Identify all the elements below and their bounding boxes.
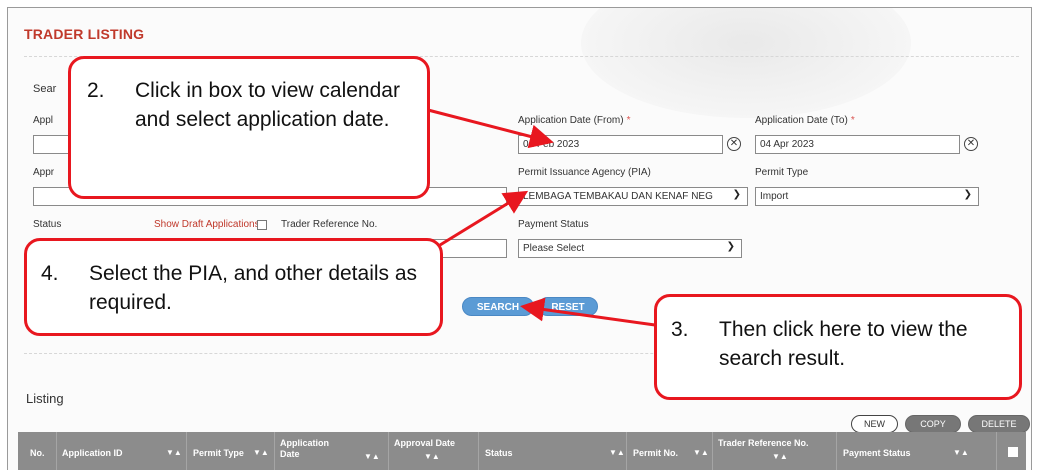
pia-label: Permit Issuance Agency (PIA) xyxy=(518,167,651,178)
listing-table-header: No. Application ID ▼▲ Permit Type ▼▲ Appli… xyxy=(18,432,1026,470)
chevron-down-icon: ❯ xyxy=(732,189,741,200)
checkbox-icon[interactable] xyxy=(257,220,267,230)
copy-button[interactable]: COPY xyxy=(905,415,961,433)
chevron-down-icon: ❯ xyxy=(963,189,972,200)
column-header-approval-date[interactable]: Approval Date ▼▲ xyxy=(394,432,474,470)
reset-button[interactable]: RESET xyxy=(538,297,598,316)
payment-status-label: Payment Status xyxy=(518,219,589,230)
payment-status-select[interactable]: Please Select ❯ xyxy=(518,239,742,258)
new-button[interactable]: NEW xyxy=(851,415,898,433)
column-header-application-date[interactable]: Application Date ▼▲ xyxy=(280,432,390,470)
app-date-to-input[interactable]: 04 Apr 2023 xyxy=(755,135,960,154)
approval-label: Appr xyxy=(33,167,55,178)
application-id-label: Appl xyxy=(33,115,54,126)
column-header-trader-ref-no[interactable]: Trader Reference No. ▼▲ xyxy=(718,432,838,470)
page-title: TRADER LISTING xyxy=(24,26,145,42)
delete-button[interactable]: DELETE xyxy=(968,415,1030,433)
callout-3: 3. Then click here to view the search re… xyxy=(654,294,1022,400)
trader-ref-label: Trader Reference No. xyxy=(281,219,378,230)
search-button[interactable]: SEARCH xyxy=(462,297,534,316)
app-date-from-input[interactable]: 01 Feb 2023 xyxy=(518,135,723,154)
callout-4: 4. Select the PIA, and other details as … xyxy=(24,238,443,336)
app-date-to-label: Application Date (To) * xyxy=(755,115,855,126)
app-date-from-label: Application Date (From) * xyxy=(518,115,631,126)
permit-type-label: Permit Type xyxy=(755,167,809,178)
search-header: Sear xyxy=(33,83,57,95)
select-all-checkbox[interactable] xyxy=(1008,447,1018,457)
listing-title: Listing xyxy=(26,391,64,406)
status-label: Status xyxy=(33,219,62,230)
permit-type-select[interactable]: Import ❯ xyxy=(755,187,979,206)
callout-2: 2. Click in box to view calendar and sel… xyxy=(68,56,430,199)
show-draft-link[interactable]: Show Draft Applications xyxy=(154,219,260,230)
clear-circle-icon[interactable]: ✕ xyxy=(727,137,741,151)
chevron-down-icon: ❯ xyxy=(726,241,735,252)
pia-select[interactable]: LEMBAGA TEMBAKAU DAN KENAF NEG ❯ xyxy=(518,187,748,206)
clear-circle-icon[interactable]: ✕ xyxy=(964,137,978,151)
